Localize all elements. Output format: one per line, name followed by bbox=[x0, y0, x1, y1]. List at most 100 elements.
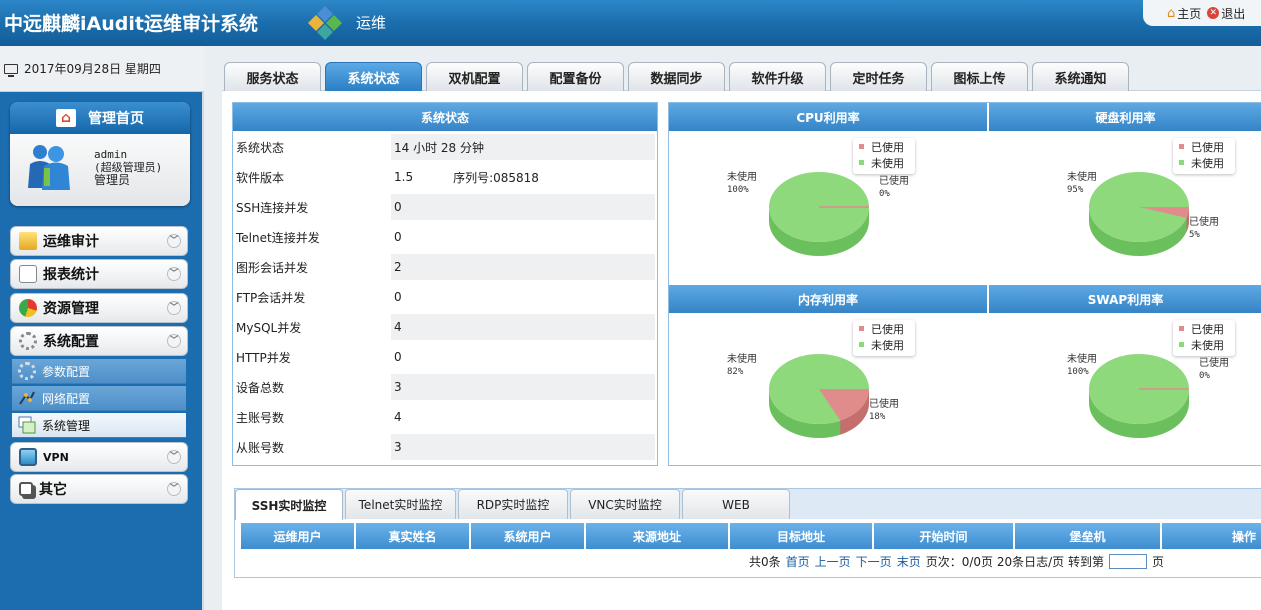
window-icon bbox=[18, 416, 36, 434]
nav-reports-label: 报表统计 bbox=[43, 267, 99, 283]
nav-vpn-label: VPN bbox=[43, 450, 69, 464]
monitor-tab-4[interactable]: WEB bbox=[682, 489, 790, 519]
house-icon: ⌂ bbox=[1167, 5, 1176, 21]
status-key: Telnet连接并发 bbox=[236, 230, 320, 245]
tab-5[interactable]: 软件升级 bbox=[729, 62, 826, 91]
status-row: FTP会话并发 0 bbox=[233, 283, 657, 311]
column-header: 来源地址 bbox=[586, 523, 728, 549]
status-key: 系统状态 bbox=[236, 140, 285, 155]
tab-6[interactable]: 定时任务 bbox=[830, 62, 927, 91]
subnav-system-management[interactable]: 系统管理 bbox=[12, 413, 186, 438]
column-header: 目标地址 bbox=[730, 523, 872, 549]
tab-4[interactable]: 数据同步 bbox=[628, 62, 725, 91]
status-value: 2 bbox=[394, 260, 402, 274]
column-header: 开始时间 bbox=[874, 523, 1013, 549]
pager-last-link[interactable]: 末页 bbox=[897, 553, 921, 570]
status-value-cell: 3 bbox=[391, 434, 655, 460]
home-icon: ⌂ bbox=[56, 109, 76, 127]
column-header: 真实姓名 bbox=[356, 523, 469, 549]
status-row: Telnet连接并发 0 bbox=[233, 223, 657, 251]
pie-label-unused: 未使用 100% bbox=[1067, 353, 1097, 379]
usage-charts-panel: CPU利用率 已使用 未使用 未使用 100% 已使用 0% 硬盘利用率 已使用 未使用 未使用 95… bbox=[668, 102, 1261, 466]
admin-info: admin (超级管理员) 管理员 bbox=[10, 134, 190, 206]
status-value: 0 bbox=[394, 200, 402, 214]
chevron-down-icon: ﹀ bbox=[167, 334, 181, 348]
serial-number: 序列号:085818 bbox=[453, 170, 539, 185]
monitor-tabs: SSH实时监控 Telnet实时监控 RDP实时监控 VNC实时监控 WEB bbox=[235, 489, 1261, 520]
status-value-cell: 0 bbox=[391, 194, 655, 220]
chevron-down-icon: ﹀ bbox=[167, 482, 181, 496]
admin-card: ⌂ 管理首页 admin (超级管理员) 管理员 bbox=[10, 102, 190, 206]
tab-7[interactable]: 图标上传 bbox=[931, 62, 1028, 91]
user-avatar-icon bbox=[28, 145, 70, 190]
app-header: 中远麒麟iAudit运维审计系统 运维 ⌂ 主页 ✕ 退出 bbox=[0, 0, 1261, 46]
chart-legend: 已使用 未使用 bbox=[1173, 320, 1235, 356]
monitor-tab-2[interactable]: RDP实时监控 bbox=[458, 489, 568, 519]
chevron-down-icon: ﹀ bbox=[167, 450, 181, 464]
column-header: 堡垒机 bbox=[1015, 523, 1160, 549]
status-key: HTTP并发 bbox=[236, 350, 291, 365]
status-row: HTTP并发 0 bbox=[233, 343, 657, 371]
nav-other[interactable]: 其它 ﹀ bbox=[10, 474, 188, 504]
status-value-cell: 3 bbox=[391, 374, 655, 400]
tab-3[interactable]: 配置备份 bbox=[527, 62, 624, 91]
chevron-down-icon: ﹀ bbox=[167, 234, 181, 248]
page-jump-input[interactable] bbox=[1108, 554, 1147, 569]
tab-1[interactable]: 系统状态 bbox=[325, 62, 422, 91]
column-header: 运维用户 bbox=[241, 523, 354, 549]
status-value: 4 bbox=[394, 410, 402, 424]
subnav-parameters[interactable]: 参数配置 bbox=[12, 359, 186, 384]
status-value: 3 bbox=[394, 440, 402, 454]
status-row: 系统状态 14 小时 28 分钟 bbox=[233, 133, 657, 161]
home-link[interactable]: ⌂ 主页 bbox=[1167, 5, 1201, 22]
status-value: 0 bbox=[394, 230, 402, 244]
status-value: 0 bbox=[394, 290, 402, 304]
tab-0[interactable]: 服务状态 bbox=[224, 62, 321, 91]
status-value-cell: 0 bbox=[391, 284, 655, 310]
nav-audit-label: 运维审计 bbox=[43, 234, 99, 250]
nav-vpn[interactable]: VPN ﹀ bbox=[10, 442, 188, 472]
pager-first-link[interactable]: 首页 bbox=[786, 553, 810, 570]
nav-audit[interactable]: 运维审计 ﹀ bbox=[10, 226, 188, 256]
logout-link[interactable]: ✕ 退出 bbox=[1207, 5, 1245, 22]
system-status-panel: 系统状态 系统状态 14 小时 28 分钟 软件版本 1.5 序列号:085818 SSH… bbox=[232, 102, 658, 466]
status-key: MySQL并发 bbox=[236, 320, 302, 335]
status-value: 4 bbox=[394, 320, 402, 334]
pager-info: 页次：0/0页 20条日志/页 转到第 bbox=[925, 555, 1104, 569]
pie-label-unused-value: 100% bbox=[1067, 367, 1089, 377]
status-value: 3 bbox=[394, 380, 402, 394]
column-header: 操作 bbox=[1162, 523, 1261, 549]
subnav-network[interactable]: 网络配置 bbox=[12, 386, 186, 411]
status-key: 设备总数 bbox=[236, 380, 285, 395]
pie-label-unused-name: 未使用 bbox=[1067, 354, 1097, 365]
tab-2[interactable]: 双机配置 bbox=[426, 62, 523, 91]
resource-icon bbox=[19, 299, 37, 317]
monitor-tab-1[interactable]: Telnet实时监控 bbox=[345, 489, 456, 519]
settings-icon bbox=[18, 362, 36, 380]
date-bar: 2017年09月28日 星期四 bbox=[0, 46, 204, 92]
system-status-title: 系统状态 bbox=[233, 103, 657, 131]
module-logo-icon bbox=[308, 6, 342, 40]
logout-link-label: 退出 bbox=[1221, 6, 1246, 21]
admin-username: admin bbox=[94, 148, 128, 161]
admin-details: admin (超级管理员) 管理员 bbox=[94, 148, 162, 187]
nav-resources[interactable]: 资源管理 ﹀ bbox=[10, 293, 188, 323]
pager-prev-link[interactable]: 上一页 bbox=[815, 553, 851, 570]
pager-total: 共0条 bbox=[749, 555, 781, 569]
monitor-tab-0[interactable]: SSH实时监控 bbox=[235, 489, 343, 520]
monitor-tab-3[interactable]: VNC实时监控 bbox=[570, 489, 680, 519]
status-key: FTP会话并发 bbox=[236, 290, 306, 305]
admin-home-link[interactable]: ⌂ 管理首页 bbox=[10, 102, 190, 134]
nav-reports[interactable]: 报表统计 ﹀ bbox=[10, 259, 188, 289]
status-key: 从账号数 bbox=[236, 440, 285, 455]
status-value-cell: 2 bbox=[391, 254, 655, 280]
pager-next-link[interactable]: 下一页 bbox=[856, 553, 892, 570]
admin-role: 管理员 bbox=[94, 173, 131, 187]
tab-8[interactable]: 系统通知 bbox=[1032, 62, 1129, 91]
status-value-cell: 14 小时 28 分钟 bbox=[391, 134, 655, 160]
status-row: 设备总数 3 bbox=[233, 373, 657, 401]
nav-system-config[interactable]: 系统配置 ﹀ bbox=[10, 326, 188, 356]
legend-used-swatch bbox=[1179, 326, 1184, 331]
status-value: 1.5 bbox=[394, 170, 414, 184]
realtime-monitor-panel: SSH实时监控 Telnet实时监控 RDP实时监控 VNC实时监控 WEB 运维用户真… bbox=[234, 488, 1261, 578]
